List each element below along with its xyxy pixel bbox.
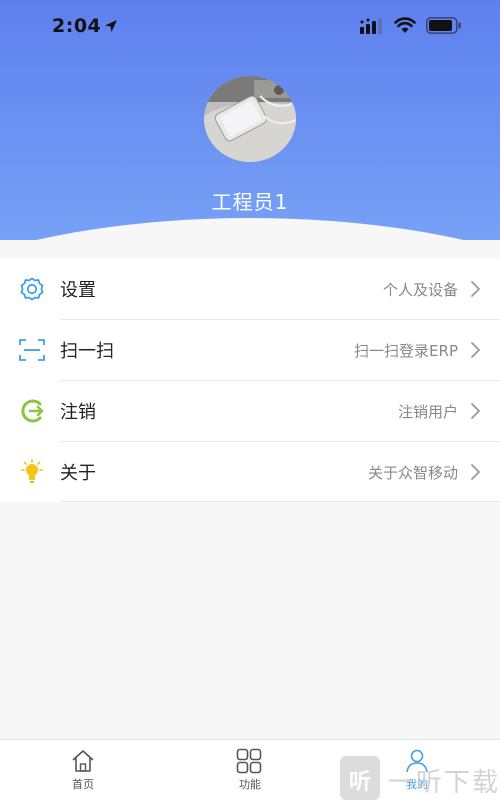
- menu-item-scan[interactable]: 扫一扫 扫一扫登录ERP: [0, 319, 500, 380]
- menu-item-logout[interactable]: 注销 注销用户: [0, 380, 500, 441]
- grid-icon: [236, 748, 262, 774]
- tab-functions[interactable]: 功能: [167, 740, 333, 800]
- location-arrow-icon: [105, 20, 117, 32]
- home-icon: [72, 750, 94, 772]
- chevron-right-icon: [471, 281, 481, 297]
- watermark: 听 一听下载: [340, 756, 500, 800]
- menu-subtitle: 关于众智移动: [367, 464, 458, 482]
- cellular-signal-icon: [360, 18, 382, 34]
- profile-header: 2:04 工程员1: [0, 0, 500, 240]
- chevron-right-icon: [471, 403, 481, 419]
- watermark-text: 一听下载: [388, 768, 500, 798]
- watermark-logo: 听: [340, 756, 380, 800]
- menu-item-settings[interactable]: 设置 个人及设备: [0, 258, 500, 319]
- settings-menu: 设置 个人及设备 扫一扫 扫一扫登录ERP 注销 注销用户 关于 关于众智移动: [0, 258, 500, 502]
- logout-icon: [21, 399, 44, 423]
- scan-icon: [19, 339, 45, 361]
- menu-subtitle: 注销用户: [397, 403, 458, 421]
- tab-label: 功能: [239, 778, 261, 791]
- header-curve: [0, 218, 500, 240]
- wifi-icon: [394, 17, 416, 33]
- user-name: 工程员1: [211, 190, 289, 214]
- chevron-right-icon: [471, 342, 481, 358]
- menu-label: 注销: [60, 402, 96, 423]
- battery-icon: [426, 17, 461, 34]
- status-time: 2:04: [52, 15, 102, 37]
- lightbulb-icon: [21, 459, 43, 483]
- status-bar: 2:04: [0, 0, 500, 52]
- tab-label: 首页: [72, 778, 94, 791]
- avatar-photo: [204, 76, 296, 162]
- gear-icon: [20, 277, 44, 301]
- chevron-right-icon: [471, 464, 481, 480]
- menu-label: 设置: [60, 280, 96, 301]
- menu-subtitle: 个人及设备: [382, 281, 458, 299]
- watermark-logo-char: 听: [348, 770, 371, 795]
- menu-label: 关于: [60, 463, 96, 484]
- avatar[interactable]: [204, 76, 296, 162]
- menu-subtitle: 扫一扫登录ERP: [354, 342, 458, 360]
- menu-label: 扫一扫: [60, 341, 114, 362]
- menu-item-about[interactable]: 关于 关于众智移动: [0, 441, 500, 502]
- tab-home[interactable]: 首页: [0, 740, 166, 800]
